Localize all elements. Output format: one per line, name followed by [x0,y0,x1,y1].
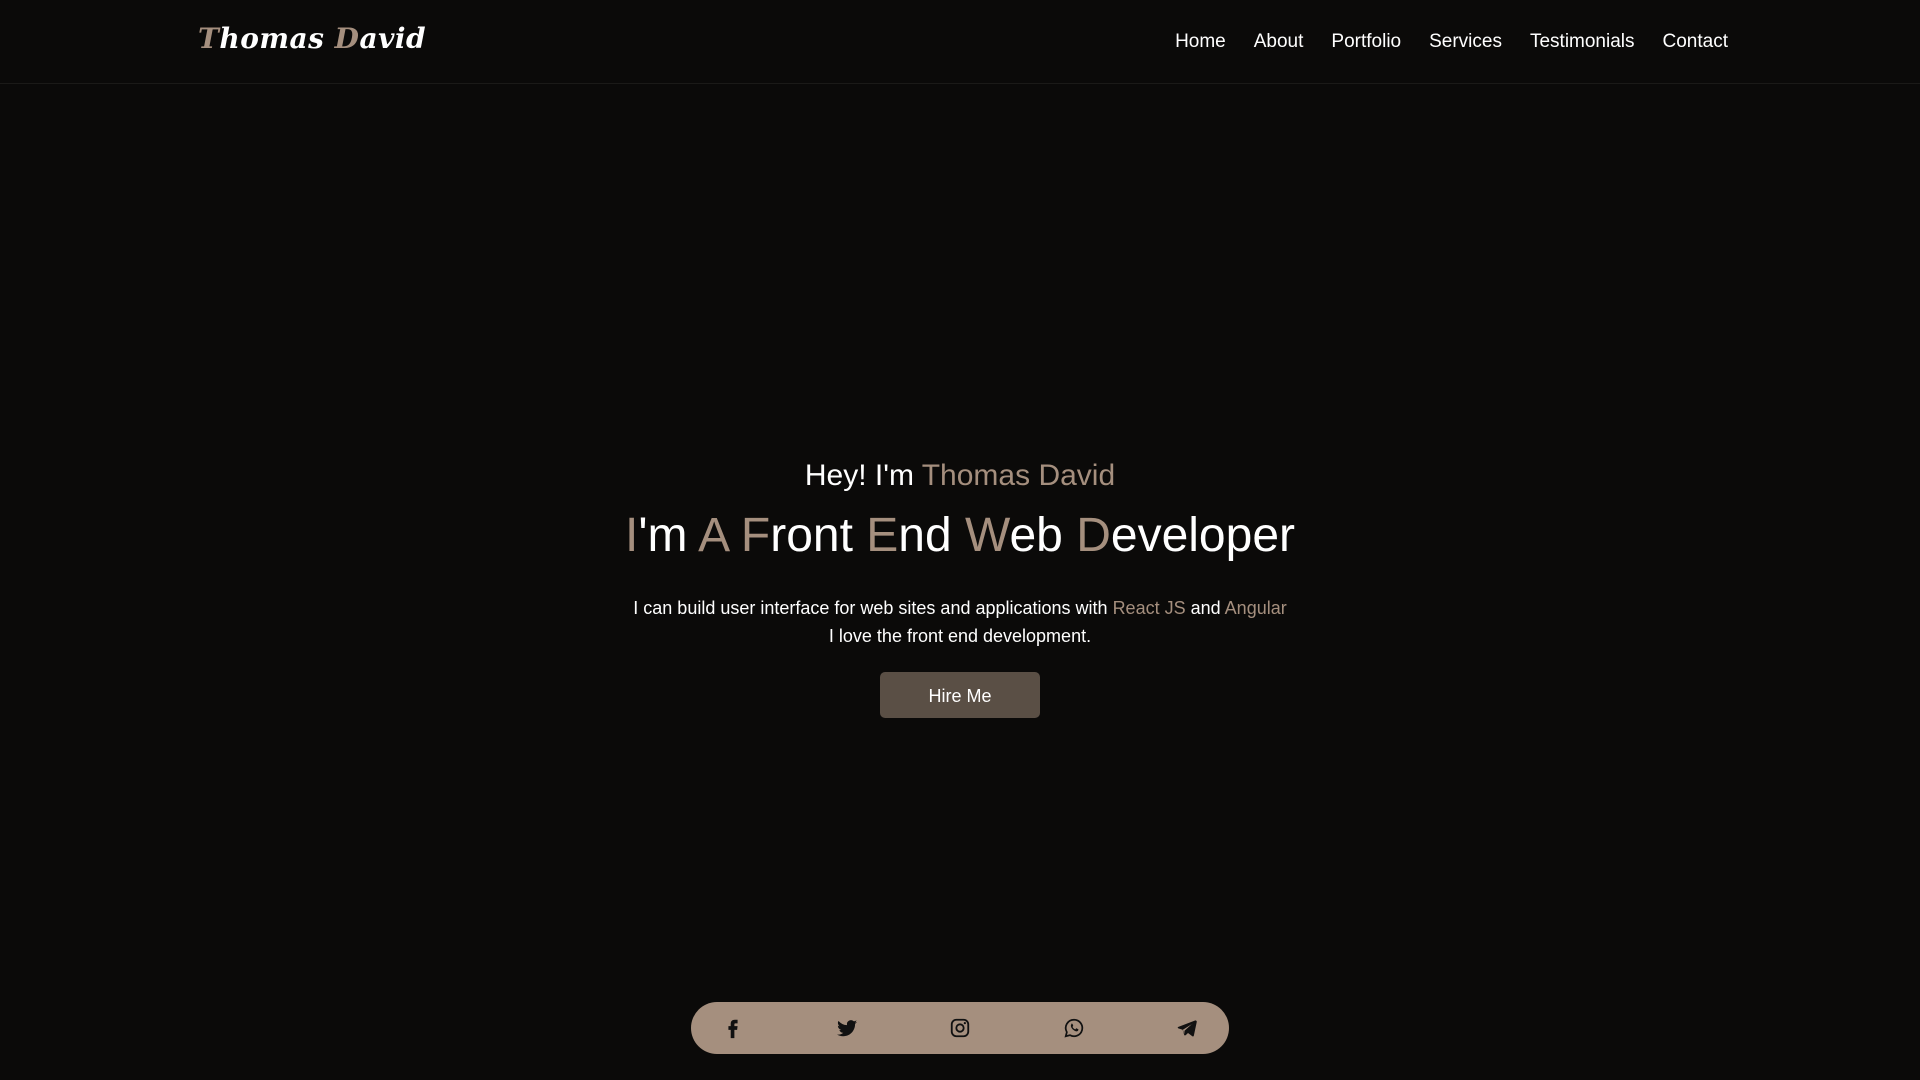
desc-conjunction: and [1190,598,1221,618]
brand-first-initial: T [198,22,220,55]
facebook-icon[interactable] [721,1016,745,1040]
desc-tech-react: React JS [1112,598,1186,618]
desc-tech-angular: Angular [1224,598,1287,618]
greeting-prefix: Hey! I'm [804,459,914,492]
role-cap-3: F [740,509,771,562]
brand-logo[interactable]: Thomas David [198,22,426,55]
role-rest-6: eveloper [1110,509,1295,562]
nav-link-home[interactable]: Home [1175,31,1226,53]
nav-link-services[interactable]: Services [1429,31,1502,53]
role-cap-2: A [698,509,728,562]
social-bar [691,1002,1229,1054]
role-cap-6: D [1076,509,1111,562]
whatsapp-icon[interactable] [1062,1016,1086,1040]
brand-last-rest: avid [359,22,427,55]
nav-menu: Home About Portfolio Services Testimonia… [1175,0,1728,84]
instagram-icon[interactable] [948,1016,972,1040]
hire-me-button[interactable]: Hire Me [880,672,1040,718]
brand-last-initial: D [334,22,360,55]
role-rest-4: nd [898,509,952,562]
role-rest-5: eb [1009,509,1063,562]
hero-description: I can build user interface for web sites… [0,594,1920,650]
desc-line1-prefix: I can build user interface for web sites… [633,598,1108,618]
role-rest-1: 'm [638,509,688,562]
greeting-name: Thomas David [921,459,1116,492]
role-cap-1: I [624,509,639,562]
nav-link-portfolio[interactable]: Portfolio [1331,31,1401,53]
role-rest-3: ront [770,509,853,562]
twitter-icon[interactable] [835,1016,859,1040]
navbar: Thomas David Home About Portfolio Servic… [0,0,1920,84]
nav-link-testimonials[interactable]: Testimonials [1530,31,1635,53]
desc-line2: I love the front end development. [828,626,1092,646]
nav-link-contact[interactable]: Contact [1663,31,1728,53]
role-cap-5: W [965,509,1010,562]
hero-role-title: I'm A Front End Web Developer [0,506,1920,566]
role-cap-4: E [866,509,899,562]
hero-greeting: Hey! I'm Thomas David [0,456,1920,496]
telegram-icon[interactable] [1175,1016,1199,1040]
brand-first-rest: homas [219,22,325,55]
nav-link-about[interactable]: About [1254,31,1304,53]
hero-section: Hey! I'm Thomas David I'm A Front End We… [0,456,1920,718]
